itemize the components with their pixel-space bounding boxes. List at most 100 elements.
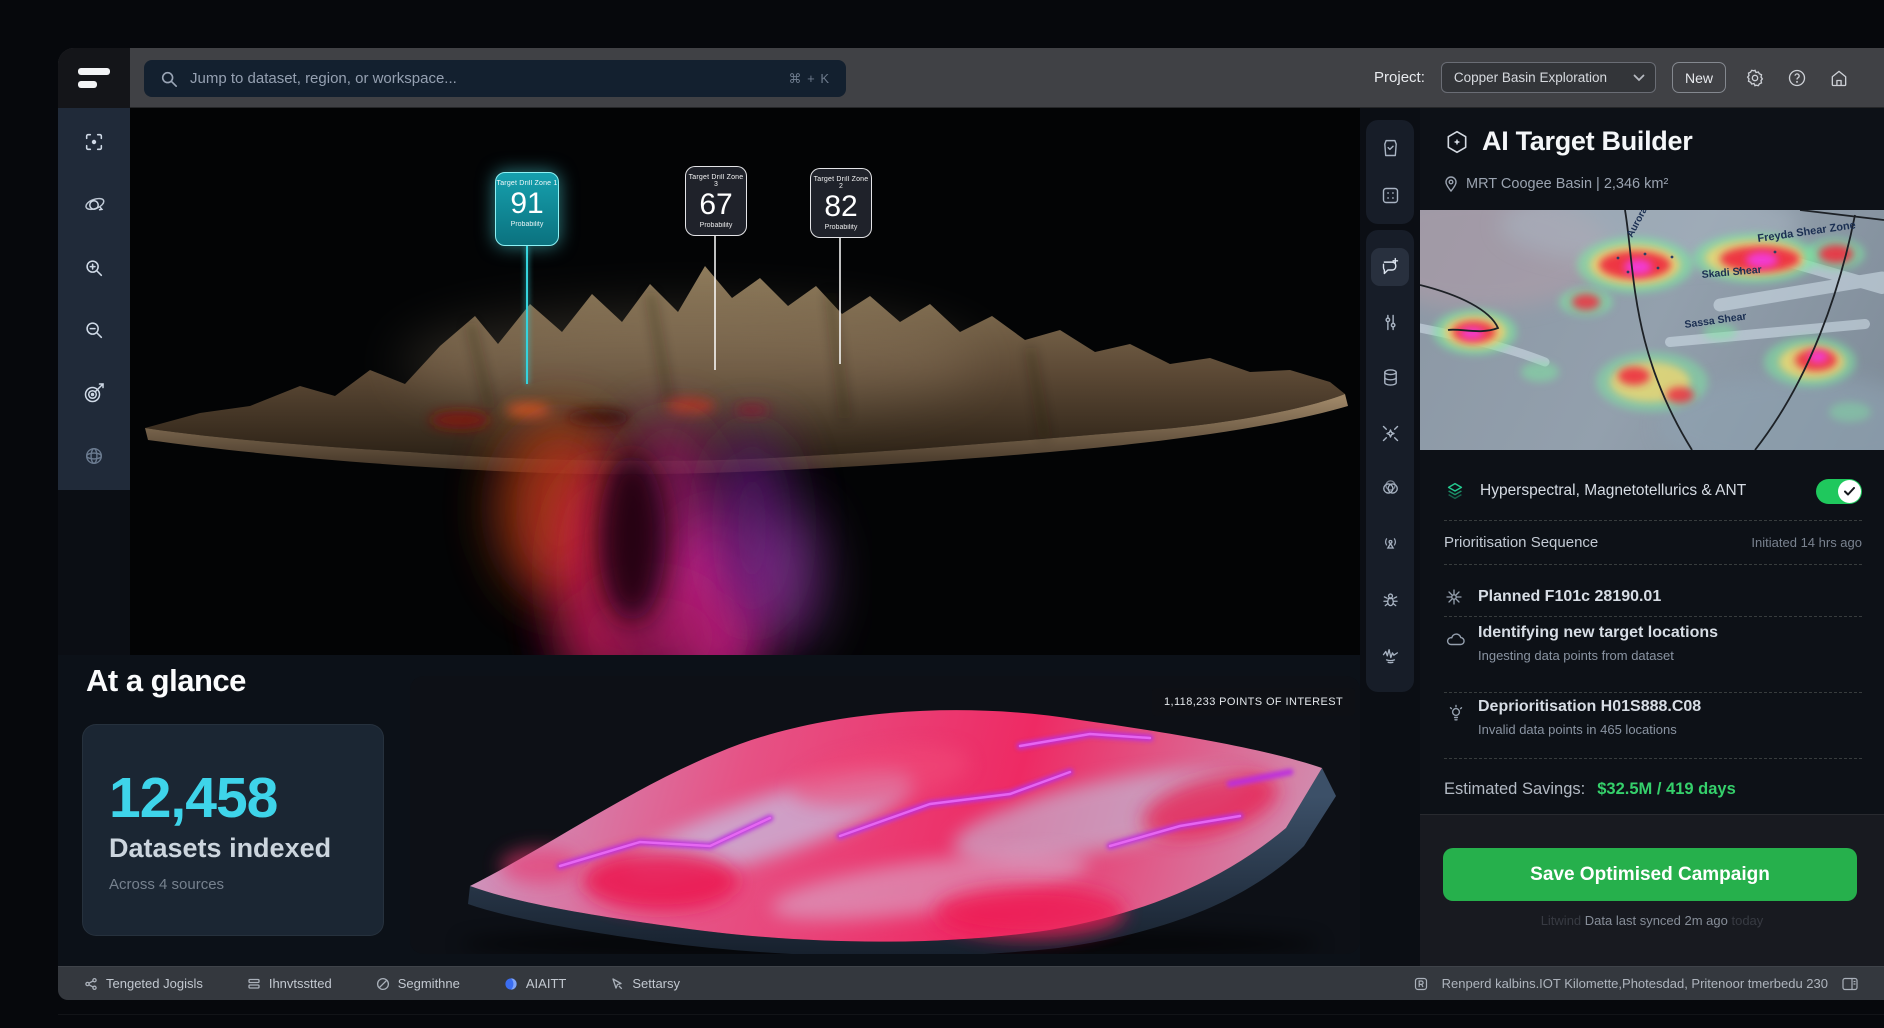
topbar: ⌘ + K Project: Copper Basin Exploration … (58, 48, 1884, 108)
terrain-3d-viewport[interactable]: Target Drill Zone 1 91 Probability Targe… (130, 108, 1360, 655)
sync-status-text: Data last synced 2m ago (1585, 913, 1728, 928)
new-project-button[interactable]: New (1672, 62, 1726, 93)
venn-layers-icon[interactable] (1371, 470, 1409, 508)
home-icon[interactable] (1826, 65, 1852, 91)
sequence-title: Prioritisation Sequence (1444, 534, 1751, 551)
dataset-toggle[interactable] (1816, 479, 1862, 504)
datasets-label: Datasets indexed (109, 833, 357, 864)
lower-section: At a glance 12,458 Datasets indexed Acro… (58, 655, 1360, 966)
marker-line (714, 236, 716, 370)
bug-sensor-icon[interactable] (1371, 581, 1409, 619)
zoom-out-icon[interactable] (74, 310, 114, 350)
sequence-item-subtitle: Invalid data points in 465 locations (1478, 722, 1862, 737)
broadcast-icon[interactable] (1371, 525, 1409, 563)
sequence-item[interactable]: Deprioritisation H01S888.C08 Invalid dat… (1420, 698, 1884, 760)
orbit-3d-icon[interactable] (74, 185, 114, 225)
status-item-label: Segmithne (398, 976, 460, 991)
map-pin-icon (1444, 176, 1458, 192)
focus-scan-icon[interactable] (74, 122, 114, 162)
help-icon[interactable] (1784, 65, 1810, 91)
marker-zone-label: Target Drill Zone 1 (496, 180, 558, 187)
status-bar-right: Renperd kalbins.IOT Kilomette,Photesdad,… (1414, 976, 1858, 991)
globe-sphere-icon[interactable] (74, 436, 114, 476)
bulb-icon (1446, 704, 1466, 724)
status-item-label: AIAITT (526, 976, 566, 991)
sliders-icon[interactable] (1371, 303, 1409, 341)
grid-panels-icon[interactable] (1371, 177, 1409, 215)
search-shortcut: ⌘ + K (789, 71, 831, 87)
project-select[interactable]: Copper Basin Exploration (1441, 62, 1656, 93)
toggle-knob (1838, 480, 1861, 503)
datasets-count: 12,458 (109, 765, 357, 831)
database-icon[interactable] (1371, 359, 1409, 397)
status-item[interactable]: Ihnvtsstted (247, 976, 332, 991)
poi-terrain-map[interactable]: 1,118,233 POINTS OF INTEREST (410, 676, 1360, 954)
right-toolbar-group-main (1366, 230, 1414, 692)
marker-probability-value: 91 (496, 187, 558, 221)
status-item-label: Settarsy (632, 976, 680, 991)
divider (1444, 758, 1862, 759)
sequence-item-title: Planned F101c 28190.01 (1478, 588, 1661, 606)
check-icon (1844, 487, 1855, 496)
status-right-text: Renperd kalbins.IOT Kilomette,Photesdad,… (1442, 976, 1828, 991)
sequence-item[interactable]: Identifying new target locations Ingesti… (1420, 624, 1884, 686)
status-item[interactable]: AIAITT (504, 976, 566, 991)
marker-caption: Probability (811, 224, 871, 231)
cursor-icon (610, 977, 624, 991)
panel-layout-icon[interactable] (1842, 977, 1858, 991)
right-toolbar (1360, 108, 1420, 966)
registered-icon (1414, 977, 1428, 991)
app-logo[interactable] (58, 48, 130, 108)
share-icon (84, 977, 98, 991)
marker-probability-value: 67 (686, 188, 746, 222)
app-window: ⌘ + K Project: Copper Basin Exploration … (58, 48, 1884, 1000)
sync-status: Litwind Data last synced 2m ago today (1420, 913, 1884, 928)
status-item[interactable]: Segmithne (376, 976, 460, 991)
right-toolbar-group-top (1366, 120, 1414, 224)
datasets-stat-card: 12,458 Datasets indexed Across 4 sources (82, 724, 384, 936)
panel-header: AI Target Builder (1444, 126, 1692, 157)
left-toolbar (58, 108, 130, 490)
slash-circle-icon (376, 977, 390, 991)
badge-check-icon[interactable] (1371, 129, 1409, 167)
panel-title: AI Target Builder (1482, 126, 1692, 157)
save-campaign-button[interactable]: Save Optimised Campaign (1443, 848, 1857, 901)
bottom-divider (58, 1014, 1884, 1015)
savings-value: $32.5M / 419 days (1597, 780, 1736, 799)
search-input[interactable] (190, 70, 777, 87)
drill-zone-marker[interactable]: Target Drill Zone 1 91 Probability (495, 172, 559, 246)
dataset-toggle-label: Hyperspectral, Magnetotellurics & ANT (1480, 482, 1802, 500)
global-search[interactable]: ⌘ + K (144, 60, 846, 97)
layers-diamond-icon (1444, 480, 1466, 502)
marker-caption: Probability (686, 222, 746, 229)
target-icon[interactable] (74, 373, 114, 413)
marker-zone-label: Target Drill Zone 2 (811, 176, 871, 190)
status-item[interactable]: Tengeted Jogisls (84, 976, 203, 991)
sequence-item[interactable]: Planned F101c 28190.01 (1420, 574, 1884, 620)
drill-zone-marker[interactable]: Target Drill Zone 3 67 Probability (685, 166, 747, 236)
poi-count-badge: 1,118,233 POINTS OF INTEREST (1152, 688, 1355, 716)
seismic-wave-icon[interactable] (1371, 636, 1409, 674)
datasets-sources: Across 4 sources (109, 876, 357, 893)
status-bar: Tengeted Jogisls Ihnvtsstted Segmithne A… (58, 966, 1884, 1000)
zoom-in-icon[interactable] (74, 248, 114, 288)
panel-footer: Save Optimised Campaign Litwind Data las… (1420, 814, 1884, 966)
dataset-toggle-row: Hyperspectral, Magnetotellurics & ANT (1420, 466, 1884, 516)
divider (1444, 564, 1862, 565)
ai-target-builder-panel: AI Target Builder MRT Coogee Basin | 2,3… (1420, 108, 1884, 966)
sparkle-expand-icon[interactable] (1371, 414, 1409, 452)
chat-add-icon[interactable] (1371, 248, 1409, 286)
panel-location: MRT Coogee Basin | 2,346 km² (1444, 176, 1668, 192)
status-item[interactable]: Settarsy (610, 976, 680, 991)
savings-row: Estimated Savings: $32.5M / 419 days (1420, 772, 1884, 806)
marker-probability-value: 82 (811, 190, 871, 224)
sequence-item-subtitle: Ingesting data points from dataset (1478, 648, 1862, 663)
settings-gear-icon[interactable] (1742, 65, 1768, 91)
logo-bar (78, 68, 110, 75)
status-item-label: Ihnvtsstted (269, 976, 332, 991)
chevron-down-icon (1633, 74, 1645, 82)
divider (1444, 520, 1862, 521)
drill-zone-marker[interactable]: Target Drill Zone 2 82 Probability (810, 168, 872, 238)
search-icon (160, 70, 178, 88)
poi-terrain-render (410, 676, 1360, 954)
